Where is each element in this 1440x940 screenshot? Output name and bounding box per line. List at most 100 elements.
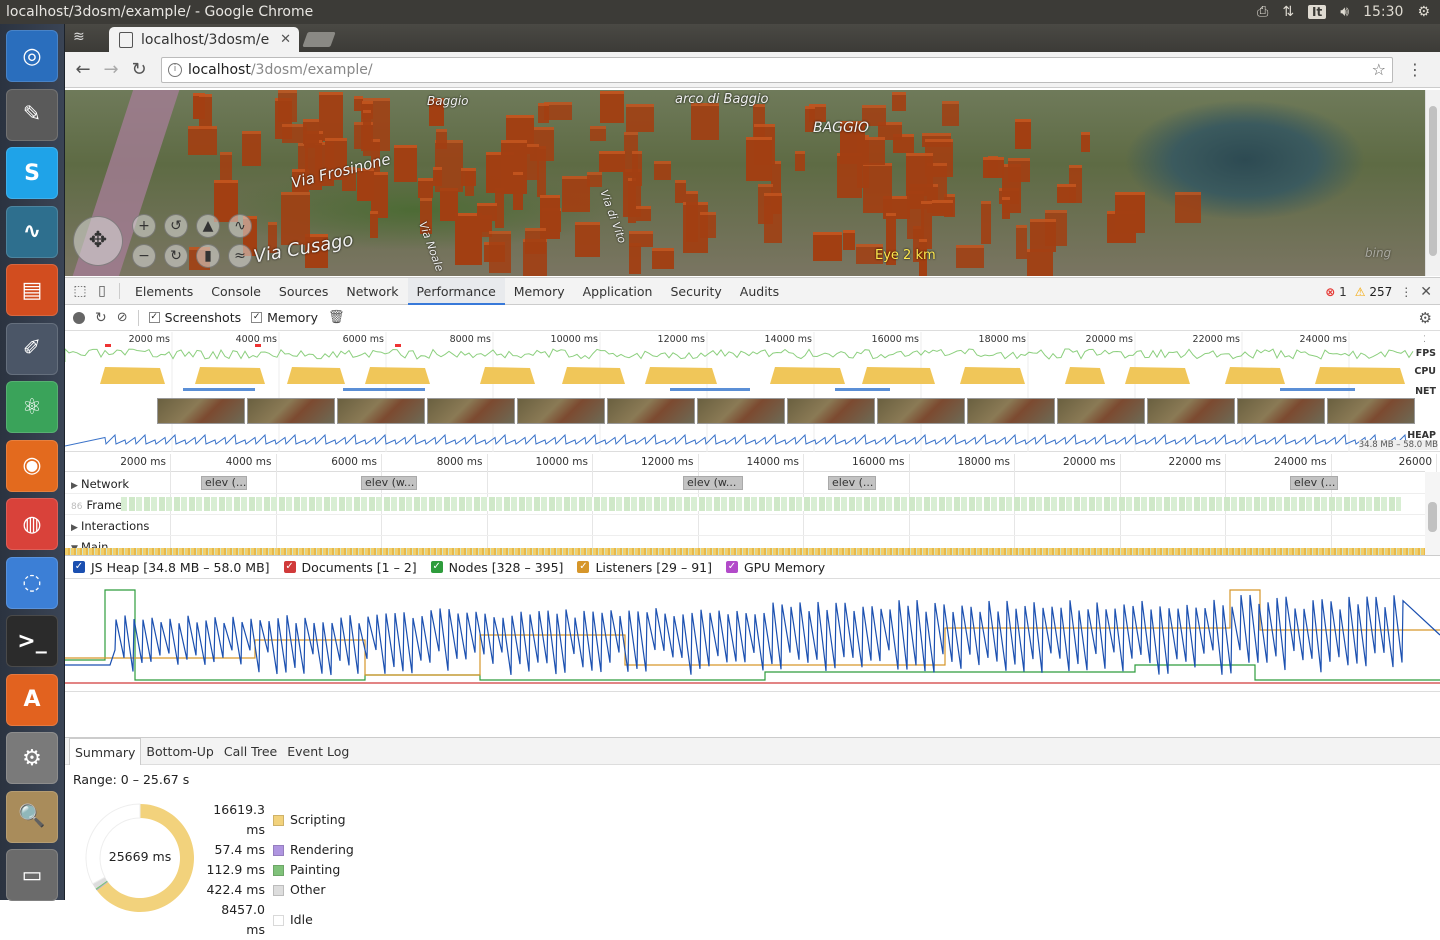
scrollbar-thumb[interactable] [1428, 502, 1437, 532]
screenshot-thumbnail[interactable] [607, 398, 695, 424]
record-button[interactable] [73, 311, 85, 324]
zoom-out-icon[interactable]: − [132, 244, 156, 268]
tilt-up-icon[interactable]: ▲ [196, 214, 220, 238]
screenshot-thumbnail[interactable] [337, 398, 425, 424]
details-tab-bottom-up[interactable]: Bottom-Up [141, 738, 218, 765]
warning-count[interactable]: ⚠ 257 [1355, 285, 1393, 299]
network-request-bar[interactable]: elev (w... [361, 476, 417, 490]
network-icon[interactable]: ⇅ [1282, 4, 1294, 20]
bookmark-star-icon[interactable]: ☆ [1372, 60, 1386, 79]
launcher-text-editor-icon[interactable]: ✐ [6, 322, 58, 375]
reload-profile-icon[interactable]: ↻ [95, 310, 107, 326]
frames-track[interactable]: 86 Frames [65, 494, 1425, 515]
launcher-chromium-icon[interactable]: ◌ [6, 556, 58, 609]
chrome-menu-icon[interactable]: ⋮ [1407, 60, 1423, 79]
tab-console[interactable]: Console [202, 278, 270, 305]
tilt-down-icon[interactable]: ▮ [196, 244, 220, 268]
memory-checkbox[interactable]: ✓ Memory [251, 310, 318, 325]
browser-tab[interactable]: localhost/3dosm/e ✕ [109, 27, 299, 52]
screenshot-filmstrip[interactable] [157, 398, 1415, 424]
capture-settings-gear-icon[interactable]: ⚙ [1419, 309, 1432, 327]
launcher-software-center-icon[interactable]: A [6, 673, 58, 726]
launcher-system-settings-icon[interactable]: ⚙ [6, 732, 58, 784]
screenshot-thumbnail[interactable] [877, 398, 965, 424]
counter-checkbox[interactable]: ✓ Nodes [328 – 395] [430, 560, 563, 575]
screenshot-thumbnail[interactable] [697, 398, 785, 424]
rotate-right-icon[interactable]: ↻ [164, 244, 188, 268]
launcher-atom-icon[interactable]: ⚛ [6, 381, 58, 433]
network-request-bar[interactable]: elev (w... [683, 476, 743, 490]
interactions-track[interactable]: ▶ Interactions [65, 515, 1425, 536]
launcher-chrome-icon[interactable]: ◍ [6, 498, 58, 550]
tab-memory[interactable]: Memory [505, 278, 574, 305]
new-tab-button[interactable] [302, 32, 336, 47]
devtools-menu-icon[interactable]: ⋮ [1400, 285, 1412, 299]
reload-button[interactable]: ↻ [125, 59, 153, 80]
screenshot-thumbnail[interactable] [967, 398, 1055, 424]
tab-performance[interactable]: Performance [407, 277, 505, 305]
screenshot-thumbnail[interactable] [1237, 398, 1325, 424]
launcher-image-viewer-icon[interactable]: 🔍 [6, 790, 58, 843]
power-gear-icon[interactable]: ⚙ [1417, 4, 1430, 20]
pan-control-icon[interactable]: ✥ [73, 216, 123, 266]
launcher-files-icon[interactable]: ▤ [6, 264, 58, 316]
launcher-scanner-icon[interactable]: ▭ [6, 849, 58, 901]
screenshot-thumbnail[interactable] [1147, 398, 1235, 424]
launcher-skype-icon[interactable]: S [6, 147, 58, 199]
flame-chart[interactable]: 2000 ms 4000 ms 6000 ms 8000 ms 10000 ms 1200… [65, 454, 1440, 556]
tab-close-icon[interactable]: ✕ [280, 32, 291, 47]
memory-counters-graph[interactable] [65, 580, 1440, 692]
network-track[interactable]: ▶ Network elev (... elev (w... elev (w... el… [65, 473, 1425, 494]
tab-security[interactable]: Security [661, 278, 730, 305]
screenshot-thumbnail[interactable] [787, 398, 875, 424]
volume-icon[interactable]: 🔊︎ [1340, 4, 1349, 20]
timeline-overview[interactable]: 2000 ms 4000 ms 6000 ms 8000 ms 10000 ms 1200… [65, 332, 1440, 452]
screenshot-thumbnail[interactable] [427, 398, 515, 424]
launcher-firefox-icon[interactable]: ◉ [6, 439, 58, 492]
device-toolbar-icon[interactable]: ▯ [91, 283, 113, 299]
launcher-system-monitor-icon[interactable]: ∿ [6, 205, 58, 258]
details-tab-call-tree[interactable]: Call Tree [219, 738, 282, 765]
tab-sources[interactable]: Sources [270, 278, 337, 305]
network-request-bar[interactable]: elev (... [828, 476, 876, 490]
screenshots-checkbox[interactable]: ✓ Screenshots [148, 310, 241, 325]
keyboard-layout-indicator[interactable]: It [1308, 5, 1327, 19]
counter-checkbox[interactable]: ✓ Documents [1 – 2] [283, 560, 417, 575]
error-count[interactable]: ⊗ 1 [1325, 285, 1347, 299]
clock[interactable]: 15:30 [1363, 4, 1403, 20]
launcher-ubuntu-dash-icon[interactable]: ◎ [6, 30, 58, 82]
screenshot-thumbnail[interactable] [517, 398, 605, 424]
scrollbar-thumb[interactable] [1429, 106, 1437, 256]
inspect-element-icon[interactable]: ⬚ [69, 283, 91, 299]
screenshot-thumbnail[interactable] [1057, 398, 1145, 424]
expand-triangle-icon[interactable]: ▶ [71, 523, 81, 533]
flame-chart-scrollbar[interactable] [1425, 472, 1440, 556]
main-thread-activity[interactable] [65, 548, 1425, 555]
printer-icon[interactable]: ⎙ [1257, 4, 1268, 20]
zoom-in-icon[interactable]: + [132, 214, 156, 238]
counter-checkbox[interactable]: ✓ JS Heap [34.8 MB – 58.0 MB] [73, 560, 270, 575]
frames-bars[interactable] [121, 497, 1401, 511]
map-viewport[interactable]: Baggio arco di Baggio Via Frosinone BAGG… [65, 90, 1425, 276]
tab-elements[interactable]: Elements [126, 278, 202, 305]
tab-audits[interactable]: Audits [731, 278, 788, 305]
terrain-up-icon[interactable]: ∿ [228, 214, 252, 238]
counter-checkbox[interactable]: ✓ GPU Memory [725, 560, 825, 575]
site-info-icon[interactable]: i [168, 62, 182, 77]
devtools-close-icon[interactable]: ✕ [1420, 284, 1432, 300]
launcher-terminal-icon[interactable]: >_ [6, 615, 58, 667]
rotate-left-icon[interactable]: ↺ [164, 214, 188, 238]
counter-checkbox[interactable]: ✓ Listeners [29 – 91] [577, 560, 712, 575]
page-scrollbar[interactable] [1425, 90, 1440, 276]
screenshot-thumbnail[interactable] [157, 398, 245, 424]
clear-icon[interactable]: ⊘ [117, 310, 128, 325]
screenshot-thumbnail[interactable] [1327, 398, 1415, 424]
profile-icon[interactable]: ≋ [73, 29, 85, 45]
tab-application[interactable]: Application [574, 278, 662, 305]
expand-triangle-icon[interactable]: ▶ [71, 481, 81, 491]
tab-network[interactable]: Network [337, 278, 407, 305]
details-tab-summary[interactable]: Summary [69, 737, 142, 765]
network-request-bar[interactable]: elev (... [1290, 476, 1338, 490]
address-bar[interactable]: i localhost /3dosm/example/ ☆ [161, 56, 1393, 83]
screenshot-thumbnail[interactable] [247, 398, 335, 424]
